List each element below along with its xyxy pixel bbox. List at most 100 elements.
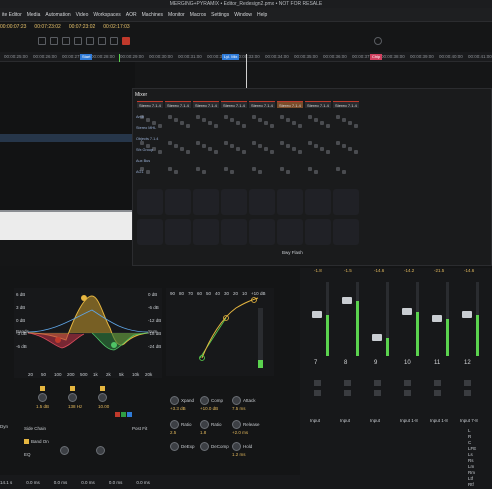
menu-item-5[interactable]: AOR	[126, 12, 137, 18]
gear-icon[interactable]	[374, 37, 382, 45]
grid-icon[interactable]	[86, 37, 94, 45]
routing-cell[interactable]	[230, 118, 234, 122]
menu-item-4[interactable]: Workspaces	[93, 12, 120, 18]
fader-channel[interactable]	[458, 282, 480, 356]
routing-cell[interactable]	[342, 118, 346, 122]
band-blue-swatch[interactable]	[127, 412, 132, 417]
post-fit-checkbox[interactable]: Post Fit	[132, 426, 147, 431]
menu-item-0[interactable]: ite Editor	[2, 12, 22, 18]
fader-channel[interactable]	[368, 282, 390, 356]
fader-channel[interactable]	[308, 282, 330, 356]
send-panel[interactable]	[137, 219, 163, 245]
routing-cell[interactable]	[168, 141, 172, 145]
menu-item-9[interactable]: Settings	[211, 12, 229, 18]
strip-header[interactable]: Stereo 7.1.4	[137, 101, 163, 108]
strip-header[interactable]: Stereo 7.1.4	[249, 101, 275, 108]
comp-graph[interactable]	[166, 288, 274, 376]
comp-knob[interactable]	[200, 420, 209, 429]
routing-cell[interactable]	[298, 150, 302, 154]
routing-cell[interactable]	[314, 144, 318, 148]
strip-header[interactable]: Stereo 7.1.4	[165, 101, 191, 108]
strip-header[interactable]: Stereo 7.1.4	[221, 101, 247, 108]
routing-cell[interactable]	[286, 144, 290, 148]
menu-item-8[interactable]: Macros	[190, 12, 206, 18]
marker-lyl-mix[interactable]: Lyl. Mix	[222, 54, 240, 60]
mute-button[interactable]	[314, 390, 321, 396]
marker-start[interactable]: Start	[80, 54, 93, 60]
routing-cell[interactable]	[258, 118, 262, 122]
band-red-swatch[interactable]	[115, 412, 120, 417]
solo-button[interactable]	[344, 380, 351, 386]
send-panel[interactable]	[165, 219, 191, 245]
search-icon[interactable]	[38, 37, 46, 45]
solo-button[interactable]	[374, 380, 381, 386]
routing-cell[interactable]	[214, 150, 218, 154]
routing-cell[interactable]	[342, 144, 346, 148]
menu-item-6[interactable]: Machines	[142, 12, 163, 18]
routing-cell[interactable]	[230, 170, 234, 174]
pan-panel[interactable]	[221, 189, 247, 215]
pan-panel[interactable]	[277, 189, 303, 215]
routing-cell[interactable]	[168, 167, 172, 171]
routing-cell[interactable]	[186, 150, 190, 154]
band-3-swatch[interactable]	[100, 386, 105, 391]
routing-cell[interactable]	[252, 115, 256, 119]
routing-cell[interactable]	[214, 124, 218, 128]
comp-knob[interactable]	[232, 442, 241, 451]
routing-cell[interactable]	[174, 144, 178, 148]
routing-cell[interactable]	[348, 121, 352, 125]
routing-cell[interactable]	[326, 150, 330, 154]
q-knob[interactable]	[98, 393, 107, 402]
mute-button[interactable]	[434, 390, 441, 396]
routing-cell[interactable]	[224, 167, 228, 171]
eq-graph[interactable]	[14, 288, 162, 378]
band-1-swatch[interactable]	[40, 386, 45, 391]
menu-item-3[interactable]: Video	[76, 12, 89, 18]
zoom-out-icon[interactable]	[62, 37, 70, 45]
routing-cell[interactable]	[180, 147, 184, 151]
pan-panel[interactable]	[249, 189, 275, 215]
routing-cell[interactable]	[242, 124, 246, 128]
routing-cell[interactable]	[174, 118, 178, 122]
pan-panel[interactable]	[305, 189, 331, 215]
send-panel[interactable]	[221, 219, 247, 245]
pan-panel[interactable]	[333, 189, 359, 215]
track-area[interactable]	[0, 62, 135, 212]
band-green-swatch[interactable]	[121, 412, 126, 417]
solo-button[interactable]	[314, 380, 321, 386]
fader-channel[interactable]	[338, 282, 360, 356]
routing-cell[interactable]	[224, 141, 228, 145]
routing-cell[interactable]	[336, 115, 340, 119]
routing-cell[interactable]	[196, 115, 200, 119]
routing-cell[interactable]	[252, 141, 256, 145]
routing-cell[interactable]	[342, 170, 346, 174]
routing-cell[interactable]	[208, 147, 212, 151]
routing-cell[interactable]	[224, 115, 228, 119]
routing-cell[interactable]	[258, 170, 262, 174]
routing-cell[interactable]	[354, 150, 358, 154]
comp-knob[interactable]	[170, 420, 179, 429]
select-icon[interactable]	[98, 37, 106, 45]
pan-panel[interactable]	[137, 189, 163, 215]
zoom-in-icon[interactable]	[50, 37, 58, 45]
routing-cell[interactable]	[202, 144, 206, 148]
routing-cell[interactable]	[152, 121, 156, 125]
eq-knob-2[interactable]	[96, 446, 105, 455]
routing-cell[interactable]	[146, 118, 150, 122]
routing-cell[interactable]	[292, 121, 296, 125]
routing-cell[interactable]	[258, 144, 262, 148]
routing-cell[interactable]	[186, 124, 190, 128]
comp-knob[interactable]	[232, 396, 241, 405]
routing-cell[interactable]	[320, 147, 324, 151]
comp-knob[interactable]	[170, 396, 179, 405]
fader-cap[interactable]	[312, 311, 322, 319]
routing-cell[interactable]	[280, 115, 284, 119]
routing-cell[interactable]	[202, 118, 206, 122]
waveform-clip[interactable]	[0, 212, 132, 240]
routing-cell[interactable]	[196, 141, 200, 145]
routing-cell[interactable]	[292, 147, 296, 151]
routing-cell[interactable]	[298, 124, 302, 128]
routing-cell[interactable]	[314, 118, 318, 122]
strip-header[interactable]: Stereo 7.1.4	[193, 101, 219, 108]
routing-cell[interactable]	[336, 141, 340, 145]
